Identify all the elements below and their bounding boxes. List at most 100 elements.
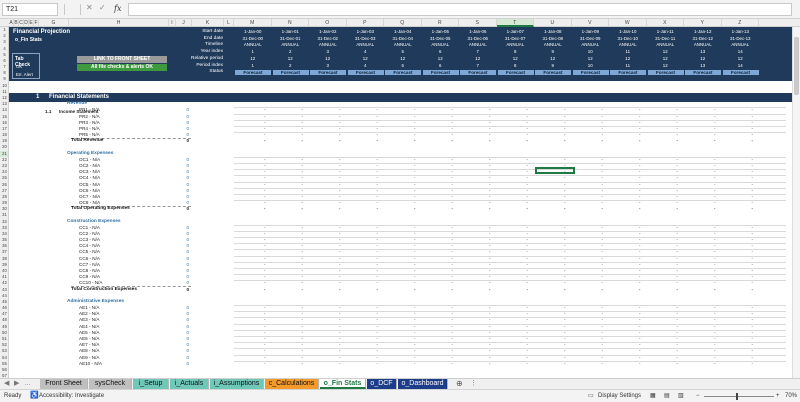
value-cell[interactable]: - <box>384 107 422 112</box>
value-cell[interactable]: - <box>572 182 610 187</box>
value-cell[interactable]: - <box>534 336 572 341</box>
value-cell[interactable]: - <box>422 317 460 322</box>
value-cell[interactable]: - <box>309 182 347 187</box>
value-cell[interactable]: - <box>684 237 722 242</box>
total-value-cell[interactable]: - <box>534 287 572 292</box>
value-cell[interactable]: - <box>309 355 347 360</box>
value-cell[interactable]: - <box>384 225 422 230</box>
value-cell[interactable]: - <box>459 330 497 335</box>
value-cell[interactable]: - <box>272 237 310 242</box>
value-cell[interactable]: - <box>347 317 385 322</box>
value-cell[interactable]: - <box>684 355 722 360</box>
value-cell[interactable]: - <box>572 268 610 273</box>
value-cell[interactable]: - <box>534 348 572 353</box>
value-cell[interactable]: - <box>309 348 347 353</box>
value-cell[interactable]: - <box>422 249 460 254</box>
value-cell[interactable]: - <box>534 175 572 180</box>
value-cell[interactable]: - <box>347 200 385 205</box>
value-cell[interactable]: - <box>459 157 497 162</box>
value-cell[interactable]: - <box>534 361 572 366</box>
value-cell[interactable]: - <box>722 330 760 335</box>
value-cell[interactable]: - <box>272 311 310 316</box>
value-cell[interactable]: - <box>459 225 497 230</box>
value-cell[interactable]: - <box>422 274 460 279</box>
value-cell[interactable]: - <box>347 256 385 261</box>
value-cell[interactable]: - <box>309 305 347 310</box>
value-cell[interactable]: - <box>384 274 422 279</box>
value-cell[interactable]: - <box>609 348 647 353</box>
value-cell[interactable]: - <box>384 237 422 242</box>
value-cell[interactable]: - <box>422 361 460 366</box>
value-cell[interactable]: - <box>497 175 535 180</box>
value-cell[interactable]: - <box>384 163 422 168</box>
value-cell[interactable]: - <box>609 243 647 248</box>
value-cell[interactable]: - <box>572 330 610 335</box>
value-cell[interactable]: - <box>384 336 422 341</box>
value-cell[interactable]: - <box>422 256 460 261</box>
total-value-cell[interactable]: - <box>459 138 497 143</box>
value-cell[interactable]: - <box>572 305 610 310</box>
value-cell[interactable]: - <box>534 243 572 248</box>
value-cell[interactable]: - <box>347 305 385 310</box>
value-cell[interactable]: - <box>609 305 647 310</box>
value-cell[interactable]: - <box>609 330 647 335</box>
value-cell[interactable]: - <box>272 256 310 261</box>
total-value-cell[interactable]: - <box>497 138 535 143</box>
value-cell[interactable]: - <box>347 268 385 273</box>
value-cell[interactable]: - <box>534 342 572 347</box>
value-cell[interactable]: - <box>722 120 760 125</box>
total-value-cell[interactable]: - <box>684 206 722 211</box>
value-cell[interactable]: - <box>384 268 422 273</box>
value-cell[interactable]: - <box>309 311 347 316</box>
value-cell[interactable]: - <box>459 237 497 242</box>
column-header-w[interactable]: W <box>609 19 647 27</box>
value-cell[interactable]: - <box>384 355 422 360</box>
zoom-in-icon[interactable]: + <box>776 390 780 402</box>
value-cell[interactable]: - <box>272 157 310 162</box>
value-cell[interactable]: - <box>722 231 760 236</box>
value-cell[interactable]: - <box>647 188 685 193</box>
value-cell[interactable]: - <box>309 157 347 162</box>
value-cell[interactable]: - <box>422 311 460 316</box>
value-cell[interactable]: - <box>684 182 722 187</box>
total-value-cell[interactable]: - <box>722 138 760 143</box>
value-cell[interactable]: - <box>422 157 460 162</box>
total-value-cell[interactable]: - <box>459 206 497 211</box>
value-cell[interactable]: - <box>422 225 460 230</box>
value-cell[interactable]: - <box>234 188 272 193</box>
value-cell[interactable]: - <box>534 132 572 137</box>
value-cell[interactable]: - <box>422 237 460 242</box>
value-cell[interactable]: - <box>497 348 535 353</box>
value-cell[interactable]: - <box>534 330 572 335</box>
value-cell[interactable]: - <box>234 317 272 322</box>
value-cell[interactable]: - <box>384 348 422 353</box>
value-cell[interactable]: - <box>534 182 572 187</box>
value-cell[interactable]: - <box>534 274 572 279</box>
value-cell[interactable]: - <box>722 225 760 230</box>
value-cell[interactable]: - <box>609 280 647 285</box>
zoom-level[interactable]: 70% <box>785 390 797 402</box>
value-cell[interactable]: - <box>309 268 347 273</box>
value-cell[interactable]: - <box>272 163 310 168</box>
value-cell[interactable]: - <box>534 126 572 131</box>
value-cell[interactable]: - <box>572 336 610 341</box>
total-value-cell[interactable]: - <box>722 206 760 211</box>
value-cell[interactable]: - <box>647 324 685 329</box>
value-cell[interactable]: - <box>347 114 385 119</box>
value-cell[interactable]: - <box>572 249 610 254</box>
value-cell[interactable]: - <box>722 336 760 341</box>
value-cell[interactable]: - <box>647 317 685 322</box>
value-cell[interactable]: - <box>234 200 272 205</box>
value-cell[interactable]: - <box>572 194 610 199</box>
value-cell[interactable]: - <box>497 114 535 119</box>
total-value-cell[interactable]: - <box>272 206 310 211</box>
value-cell[interactable]: - <box>534 280 572 285</box>
tab-scroll-left-icon[interactable]: ◀ <box>4 379 9 389</box>
value-cell[interactable]: - <box>609 157 647 162</box>
value-cell[interactable]: - <box>309 317 347 322</box>
value-cell[interactable]: - <box>497 280 535 285</box>
total-value-cell[interactable]: - <box>422 287 460 292</box>
value-cell[interactable]: - <box>347 348 385 353</box>
sheet-tab-i-assumptions[interactable]: i_Assumptions <box>210 379 264 389</box>
value-cell[interactable]: - <box>459 336 497 341</box>
